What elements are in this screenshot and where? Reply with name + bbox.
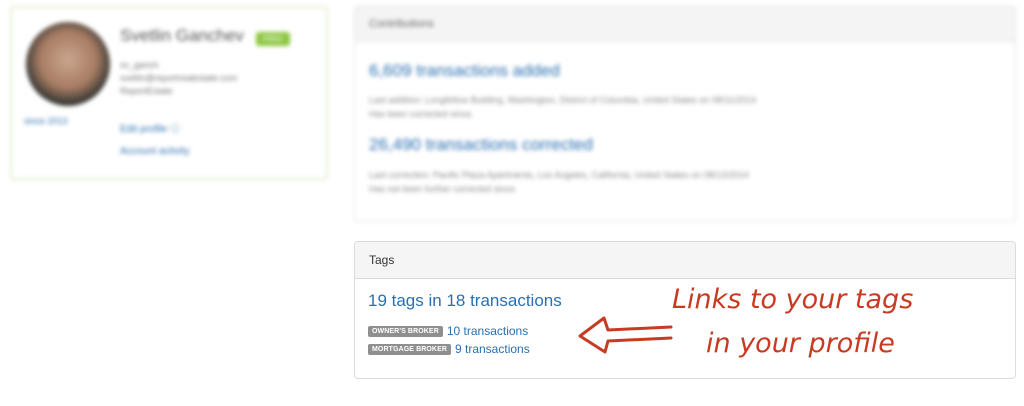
last-addition-text[interactable]: Last addition: Longfellow Building, Wash… xyxy=(369,95,756,105)
user-name: Svetlin Ganchev xyxy=(120,26,244,45)
correction-note: Has not been further corrected since. xyxy=(369,184,518,194)
tag-row-owners-broker: OWNER'S BROKER 10 transactions xyxy=(368,324,528,338)
pro-badge: PRO xyxy=(256,32,290,46)
tag-label[interactable]: MORTGAGE BROKER xyxy=(368,343,451,355)
transactions-added-link[interactable]: 6,609 transactions added xyxy=(369,61,560,81)
contributions-title: Contributions xyxy=(355,7,1015,42)
tags-summary-link[interactable]: 19 tags in 18 transactions xyxy=(368,291,562,311)
user-company: ReportEstate xyxy=(120,86,173,96)
username: sv_ganch xyxy=(120,60,159,70)
contributions-panel: Contributions 6,609 transactions added L… xyxy=(354,6,1016,222)
transactions-corrected-link[interactable]: 26,490 transactions corrected xyxy=(369,135,593,155)
tag-row-mortgage-broker: MORTGAGE BROKER 9 transactions xyxy=(368,342,530,356)
tag-count-link[interactable]: 10 transactions xyxy=(447,324,528,338)
avatar[interactable] xyxy=(26,22,110,106)
annotation-line-1: Links to your tags xyxy=(672,284,914,315)
profile-card: since 2013 Svetlin Ganchev PRO sv_ganch … xyxy=(10,6,328,180)
tag-count-link[interactable]: 9 transactions xyxy=(455,342,530,356)
last-correction-text[interactable]: Last correction: Pacific Plaza Apartment… xyxy=(369,170,749,180)
arrow-left-icon xyxy=(578,316,673,354)
addition-note: Has been corrected since. xyxy=(369,109,474,119)
user-since-link[interactable]: since 2013 xyxy=(24,116,68,126)
user-email: svetlin@reportrealestate.com xyxy=(120,73,238,83)
tags-title: Tags xyxy=(355,242,1015,279)
tag-label[interactable]: OWNER'S BROKER xyxy=(368,325,443,337)
edit-profile-link[interactable]: Edit profile ⓘ xyxy=(120,120,180,135)
annotation-line-2: in your profile xyxy=(706,328,895,359)
account-activity-link[interactable]: Account activity xyxy=(120,146,189,157)
